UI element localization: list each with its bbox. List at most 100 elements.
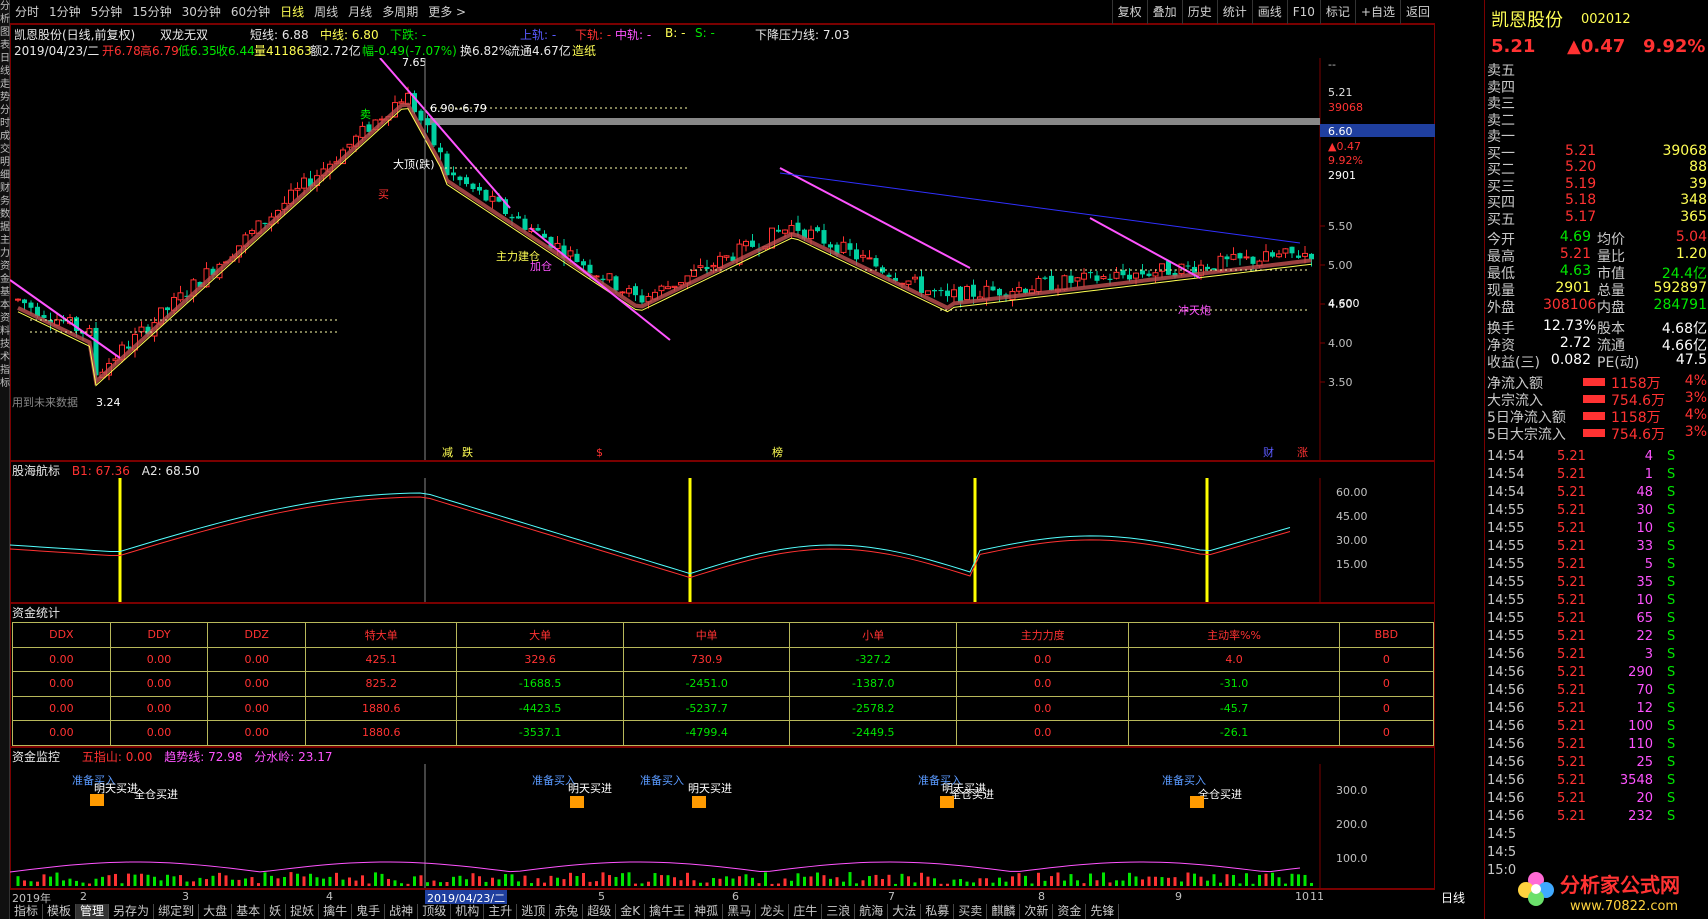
monitor-bar: [822, 875, 826, 886]
period-tab[interactable]: 多周期: [377, 0, 423, 24]
period-tab[interactable]: 30分钟: [177, 0, 226, 24]
period-tab[interactable]: 周线: [309, 0, 343, 24]
left-strip-char[interactable]: 析: [0, 13, 10, 26]
period-tab[interactable]: 60分钟: [226, 0, 275, 24]
left-strip-char[interactable]: 分: [0, 0, 10, 13]
template-tab[interactable]: 绑定到: [154, 904, 200, 919]
template-tab[interactable]: 黑马: [723, 904, 757, 919]
left-strip-char[interactable]: 基: [0, 286, 10, 299]
period-tab[interactable]: 月线: [343, 0, 377, 24]
left-strip-char[interactable]: 时: [0, 117, 10, 130]
tick-time: 14:55: [1487, 557, 1525, 572]
template-tab[interactable]: 三浪: [822, 904, 856, 919]
template-tab[interactable]: 赤兔: [550, 904, 584, 919]
tick-list[interactable]: 14:54 5.21 4 S 14:54 5.21 1 S 14:54 5.21 48 S 14:55 5…: [1485, 449, 1708, 919]
monitor-bar: [1147, 876, 1151, 886]
template-tab[interactable]: 私募: [921, 904, 955, 919]
template-tab[interactable]: 大法: [888, 904, 922, 919]
left-strip-char[interactable]: 金: [0, 273, 10, 286]
template-tab[interactable]: 逃顶: [517, 904, 551, 919]
template-tab[interactable]: 战神: [385, 904, 419, 919]
left-strip-char[interactable]: 指: [0, 364, 10, 377]
template-tab[interactable]: 资金: [1053, 904, 1087, 919]
left-strip-char[interactable]: 技: [0, 338, 10, 351]
template-tab[interactable]: 基本: [232, 904, 266, 919]
tick-side: S: [1667, 701, 1676, 716]
left-strip-char[interactable]: 数: [0, 208, 10, 221]
template-tab[interactable]: 主升: [484, 904, 518, 919]
monitor-bar: [1011, 876, 1014, 886]
toolbar-button[interactable]: 标记: [1319, 0, 1355, 24]
left-strip-char[interactable]: 本: [0, 299, 10, 312]
template-tab[interactable]: 鬼手: [352, 904, 386, 919]
left-strip-char[interactable]: 明: [0, 156, 10, 169]
left-strip-char[interactable]: 料: [0, 325, 10, 338]
period-tab[interactable]: 分时: [10, 0, 44, 24]
template-tab[interactable]: 擒牛: [319, 904, 353, 919]
left-strip-char[interactable]: 分: [0, 104, 10, 117]
left-strip-char[interactable]: 表: [0, 39, 10, 52]
period-tab[interactable]: 日线: [275, 0, 309, 24]
template-tab[interactable]: 庄牛: [789, 904, 823, 919]
template-tab[interactable]: 超级: [583, 904, 617, 919]
monitor-bar: [1290, 873, 1294, 886]
left-strip-char[interactable]: 交: [0, 143, 10, 156]
template-tab[interactable]: 捉妖: [286, 904, 320, 919]
template-tab[interactable]: 麒麟: [987, 904, 1021, 919]
left-strip-char[interactable]: 标: [0, 377, 10, 390]
left-strip-char[interactable]: 力: [0, 247, 10, 260]
fund-monitor-chart[interactable]: 300.0200.0100.0准备买入明天买进全仓买进准备买入明天买进准备买入明…: [10, 764, 1435, 888]
period-tab[interactable]: 1分钟: [44, 0, 86, 24]
template-tab[interactable]: 指标: [10, 904, 44, 919]
left-strip-char[interactable]: 图: [0, 26, 10, 39]
left-strip-char[interactable]: 成: [0, 130, 10, 143]
template-tab[interactable]: 模板: [43, 904, 77, 919]
up-rail-value: 上轨: -: [520, 28, 557, 42]
left-strip-char[interactable]: 据: [0, 221, 10, 234]
left-strip-char[interactable]: 主: [0, 234, 10, 247]
template-tab[interactable]: 龙头: [756, 904, 790, 919]
toolbar-button[interactable]: 统计: [1216, 0, 1252, 24]
template-tab[interactable]: 金K: [616, 904, 646, 919]
fund-monitor-title[interactable]: 资金监控: [12, 750, 60, 764]
toolbar-button[interactable]: 画线: [1251, 0, 1287, 24]
period-tab[interactable]: 5分钟: [86, 0, 128, 24]
toolbar-button[interactable]: 历史: [1181, 0, 1217, 24]
template-tab[interactable]: 顶级: [418, 904, 452, 919]
template-tab[interactable]: 买卖: [954, 904, 988, 919]
left-strip-char[interactable]: 财: [0, 182, 10, 195]
template-tab[interactable]: 先锋: [1086, 904, 1120, 919]
toolbar-button[interactable]: 返回: [1399, 0, 1435, 24]
fund-header-cell: 主力力度: [955, 622, 1130, 648]
event-mark: 财: [1263, 445, 1274, 459]
left-strip-char[interactable]: 资: [0, 260, 10, 273]
template-tab[interactable]: 机构: [451, 904, 485, 919]
period-tab[interactable]: 15分钟: [127, 0, 176, 24]
template-tab[interactable]: 擒牛王: [645, 904, 691, 919]
template-tab[interactable]: 航海: [855, 904, 889, 919]
template-tab[interactable]: 管理: [76, 904, 110, 919]
left-strip-char[interactable]: 术: [0, 351, 10, 364]
indicator1-name[interactable]: 股海航标: [12, 464, 60, 478]
left-strip-char[interactable]: 资: [0, 312, 10, 325]
left-strip-char[interactable]: 务: [0, 195, 10, 208]
template-tab[interactable]: 大盘: [199, 904, 233, 919]
fund-stats-title[interactable]: 资金统计: [12, 606, 60, 620]
left-strip-char[interactable]: 势: [0, 91, 10, 104]
indicator-name[interactable]: 双龙无双: [160, 26, 208, 43]
left-strip-char[interactable]: 日: [0, 52, 10, 65]
left-strip-char[interactable]: 走: [0, 78, 10, 91]
template-tab[interactable]: 另存为: [109, 904, 155, 919]
toolbar-button[interactable]: +自选: [1354, 0, 1400, 24]
template-tab[interactable]: 神孤: [690, 904, 724, 919]
left-strip-char[interactable]: 细: [0, 169, 10, 182]
template-tab[interactable]: 次新: [1020, 904, 1054, 919]
toolbar-button[interactable]: 叠加: [1146, 0, 1182, 24]
toolbar-button[interactable]: 复权: [1111, 0, 1147, 24]
left-strip-char[interactable]: 线: [0, 65, 10, 78]
period-tab[interactable]: 更多 >: [423, 0, 471, 24]
toolbar-button[interactable]: F10: [1286, 0, 1320, 24]
template-tab[interactable]: 妖: [265, 904, 287, 919]
guhai-indicator-chart[interactable]: 60.00 45.00 30.00 15.00: [10, 478, 1435, 602]
candlestick-chart[interactable]: 5.505.004.504.003.50--5.21390686.60▲0.47…: [10, 58, 1435, 460]
